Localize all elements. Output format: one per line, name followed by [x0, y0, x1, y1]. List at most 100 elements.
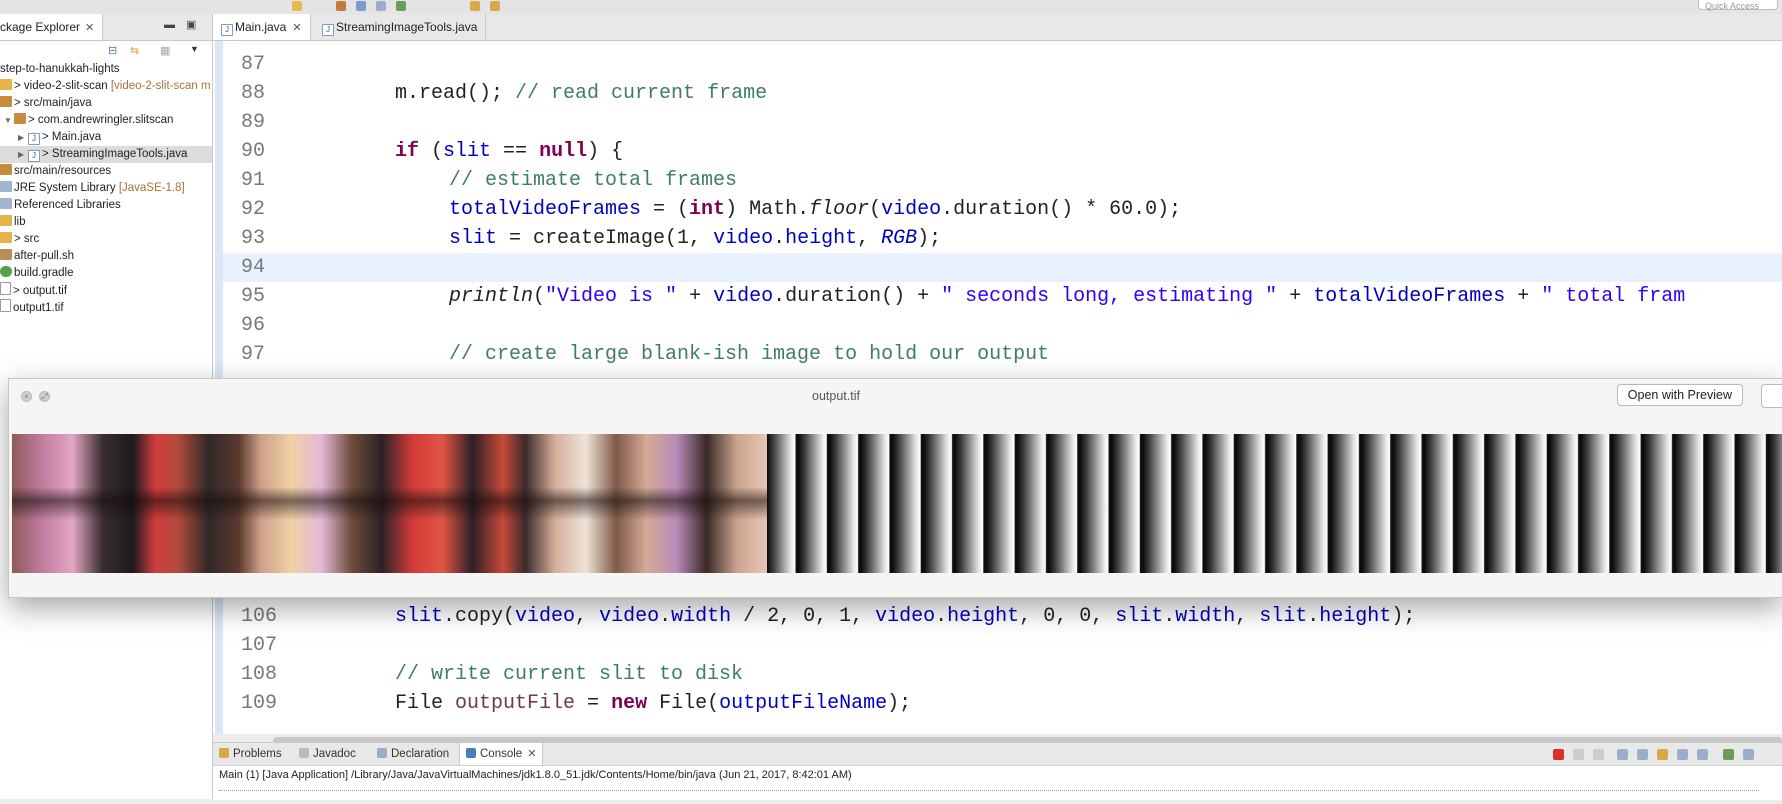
toolbar-new-icon[interactable] — [292, 1, 302, 11]
collapse-arrow-icon[interactable]: ▶ — [18, 146, 28, 163]
toolbar-print-icon[interactable] — [376, 1, 386, 11]
tab-problems[interactable]: Problems — [219, 743, 282, 765]
tab-console[interactable]: Console ✕ — [459, 743, 544, 765]
tree-item[interactable]: lib — [0, 214, 212, 231]
pin-console-icon[interactable] — [1723, 749, 1734, 760]
close-icon[interactable]: ✕ — [292, 22, 301, 34]
package-explorer-toolbar: ⊟ ⇆ ▦ ▼ — [0, 41, 212, 61]
code-field: video — [515, 605, 576, 628]
link-with-editor-icon[interactable]: ⇆ — [130, 44, 139, 57]
code-field: height — [947, 605, 1020, 628]
view-menu-icon[interactable]: ▼ — [190, 44, 199, 54]
close-icon[interactable]: ✕ — [527, 748, 536, 760]
project-icon — [0, 79, 12, 90]
code-line: 93 slit = createImage(1, video.height, RG… — [223, 224, 1782, 253]
show-stdout-icon[interactable] — [1677, 749, 1688, 760]
code-comment: // estimate total frames — [449, 169, 738, 192]
line-number: 106 — [241, 605, 278, 628]
tree-item-label: > StreamingImageTools.java — [42, 148, 188, 160]
code-token: ) Math. — [725, 198, 810, 221]
preview-title: output.tif — [812, 389, 860, 403]
clear-console-icon[interactable] — [1617, 749, 1628, 760]
tree-item-decoration: [video-2-slit-scan m — [110, 80, 211, 92]
code-comment: // read current frame — [515, 82, 768, 105]
toolbar-open-icon[interactable] — [336, 1, 346, 11]
tree-item-label: > output.tif — [13, 285, 68, 297]
tab-streaming-image-tools[interactable]: J StreamingImageTools.java — [314, 14, 487, 40]
tab-javadoc[interactable]: Javadoc — [299, 743, 356, 765]
code-line: 89 — [223, 108, 1782, 137]
expand-arrow-icon[interactable]: ▼ — [4, 112, 14, 129]
toolbar-save-icon[interactable] — [356, 1, 366, 11]
code-field: totalVideoFrames — [1313, 285, 1506, 308]
code-field: height — [785, 227, 858, 250]
collapse-all-icon[interactable]: ⊟ — [108, 44, 117, 57]
code-field: slit — [1115, 605, 1164, 628]
code-token: = — [575, 692, 612, 715]
code-field: slit — [443, 140, 492, 163]
tab-main-java[interactable]: J Main.java ✕ — [213, 14, 311, 40]
tree-item-selected[interactable]: ▶ J > StreamingImageTools.java — [0, 146, 212, 163]
tree-item[interactable]: output1.tif — [0, 299, 212, 316]
tree-item[interactable]: > src/main/java — [0, 95, 212, 112]
code-token: ) { — [587, 140, 624, 163]
folder-icon — [0, 232, 12, 243]
tree-item[interactable]: ▶ J > Main.java — [0, 129, 212, 146]
library-icon — [0, 181, 12, 192]
tree-item[interactable]: Referenced Libraries — [0, 197, 212, 214]
word-wrap-icon[interactable] — [1657, 749, 1668, 760]
scroll-lock-icon[interactable] — [1637, 749, 1648, 760]
share-button[interactable] — [1761, 384, 1782, 408]
code-text: // write current slit to disk — [395, 660, 743, 689]
tab-declaration[interactable]: Declaration — [377, 743, 449, 765]
code-field: totalVideoFrames — [449, 198, 642, 221]
console-output-cut-text — [219, 790, 1759, 799]
line-number: 96 — [241, 314, 266, 337]
tree-item-decoration: [JavaSE-1.8] — [118, 182, 185, 194]
tree-item[interactable]: JRE System Library [JavaSE-1.8] — [0, 180, 212, 197]
focus-icon[interactable]: ▦ — [160, 44, 170, 57]
remove-all-icon[interactable] — [1593, 749, 1604, 760]
tree-item[interactable]: > output.tif — [0, 282, 212, 299]
tree-item[interactable]: step-to-hanukkah-lights — [0, 61, 212, 78]
show-stderr-icon[interactable] — [1697, 749, 1708, 760]
quicklook-preview-window: × ⤢ output.tif Open with Preview — [8, 378, 1782, 598]
close-icon[interactable]: ✕ — [85, 22, 94, 34]
line-number: 94 — [241, 256, 266, 279]
code-token: ( — [419, 140, 444, 163]
tree-item[interactable]: > video-2-slit-scan [video-2-slit-scan m — [0, 78, 212, 95]
toolbar-back-icon[interactable] — [470, 1, 480, 11]
tab-package-explorer[interactable]: ckage Explorer ✕ — [0, 14, 104, 40]
code-token: .copy( — [443, 605, 516, 628]
console-output[interactable] — [213, 784, 1782, 804]
line-number: 97 — [241, 343, 266, 366]
tree-item[interactable]: > src — [0, 231, 212, 248]
code-token: / 2, 0, 1, — [731, 605, 876, 628]
terminate-icon[interactable] — [1553, 749, 1564, 760]
code-text: m.read(); // read current frame — [395, 79, 767, 108]
code-token: File( — [647, 692, 720, 715]
toolbar-run-icon[interactable] — [396, 1, 406, 11]
declaration-icon — [377, 748, 387, 758]
line-number: 92 — [241, 198, 266, 221]
code-token: .duration() + — [773, 285, 942, 308]
remove-launch-icon[interactable] — [1573, 749, 1584, 760]
code-keyword: int — [689, 198, 726, 221]
tree-item[interactable]: src/main/resources — [0, 163, 212, 180]
quick-access-input[interactable]: Quick Access — [1698, 0, 1778, 11]
collapse-arrow-icon[interactable]: ▶ — [18, 129, 28, 146]
code-text: totalVideoFrames = (int) Math.floor(vide… — [449, 195, 1181, 224]
java-file-icon: J — [28, 150, 40, 162]
open-with-preview-button[interactable]: Open with Preview — [1616, 384, 1743, 406]
toolbar-forward-icon[interactable] — [490, 1, 500, 11]
code-line: 92 totalVideoFrames = (int) Math.floor(vi… — [223, 195, 1782, 224]
code-text: // create large blank-ish image to hold … — [449, 340, 1049, 369]
minimize-icon[interactable]: ▬ — [164, 20, 175, 31]
open-console-icon[interactable] — [1743, 749, 1754, 760]
tree-item[interactable]: build.gradle — [0, 265, 212, 282]
maximize-icon[interactable]: ▣ — [186, 20, 197, 31]
tab-label: Problems — [233, 748, 282, 760]
tree-item[interactable]: after-pull.sh — [0, 248, 212, 265]
tree-item[interactable]: ▼ > com.andrewringler.slitscan — [0, 112, 212, 129]
code-token: .duration() * 60.0); — [941, 198, 1182, 221]
